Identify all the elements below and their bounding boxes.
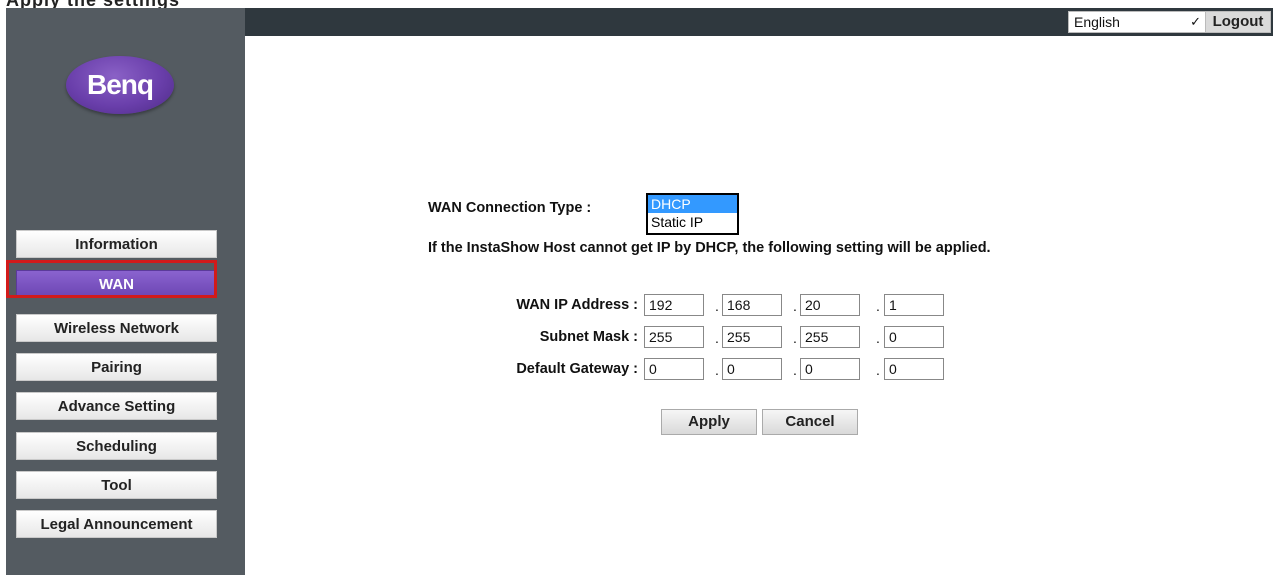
wan-ip-octet-1[interactable]: 192 [644,294,704,316]
wan-ip-octet-3[interactable]: 20 [800,294,860,316]
benq-logo: Benq [66,56,174,114]
top-bar: English ✓ Logout [245,8,1273,36]
language-value: English [1074,14,1120,30]
active-item-highlight [6,260,217,298]
dhcp-fallback-note: If the InstaShow Host cannot get IP by D… [428,240,991,256]
default-gateway-label: Default Gateway : [516,361,638,377]
ip-separator: . [793,298,797,314]
default-gateway-octet-3[interactable]: 0 [800,358,860,380]
ip-separator: . [793,330,797,346]
ip-separator: . [793,362,797,378]
subnet-mask-octet-1[interactable]: 255 [644,326,704,348]
wan-ip-label: WAN IP Address : [516,297,638,313]
subnet-mask-label: Subnet Mask : [539,329,638,345]
sidebar-item-wireless-network[interactable]: Wireless Network [16,314,217,342]
ip-separator: . [715,330,719,346]
default-gateway-octet-2[interactable]: 0 [722,358,782,380]
ip-separator: . [876,298,880,314]
ip-separator: . [876,330,880,346]
connection-option-static-ip[interactable]: Static IP [648,213,737,231]
subnet-mask-octet-3[interactable]: 255 [800,326,860,348]
subnet-mask-octet-4[interactable]: 0 [884,326,944,348]
connection-option-dhcp[interactable]: DHCP [648,195,737,213]
connection-type-listbox[interactable]: DHCP Static IP [646,193,739,235]
ip-separator: . [715,298,719,314]
sidebar-item-information[interactable]: Information [16,230,217,258]
wan-ip-octet-2[interactable]: 168 [722,294,782,316]
ip-separator: . [715,362,719,378]
sidebar-item-scheduling[interactable]: Scheduling [16,432,217,460]
sidebar-item-tool[interactable]: Tool [16,471,217,499]
logout-button[interactable]: Logout [1205,11,1271,33]
logo-text: Benq [87,69,154,100]
subnet-mask-octet-2[interactable]: 255 [722,326,782,348]
language-select[interactable]: English ✓ [1068,11,1208,33]
sidebar-item-advance-setting[interactable]: Advance Setting [16,392,217,420]
top-strip: Apply the settings [0,0,1273,10]
sidebar-item-pairing[interactable]: Pairing [16,353,217,381]
default-gateway-octet-1[interactable]: 0 [644,358,704,380]
sidebar-item-legal-announcement[interactable]: Legal Announcement [16,510,217,538]
cancel-button[interactable]: Cancel [762,409,858,435]
apply-button[interactable]: Apply [661,409,757,435]
chevron-down-icon: ✓ [1190,14,1201,29]
connection-type-label: WAN Connection Type : [428,200,592,216]
default-gateway-octet-4[interactable]: 0 [884,358,944,380]
ip-separator: . [876,362,880,378]
wan-ip-octet-4[interactable]: 1 [884,294,944,316]
